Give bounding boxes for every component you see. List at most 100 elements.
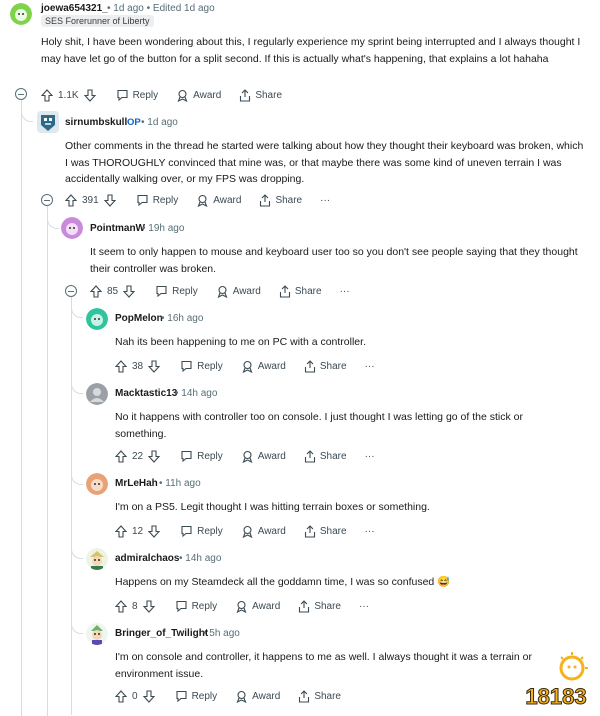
upvote-icon[interactable] (115, 524, 127, 538)
reply-icon (181, 450, 192, 462)
upvote-icon[interactable] (115, 689, 127, 703)
award-button[interactable]: Award (216, 285, 261, 298)
award-button[interactable]: Award (176, 89, 221, 102)
avatar[interactable] (86, 473, 108, 495)
reply-button[interactable]: Reply (175, 690, 217, 702)
thread-curve (71, 616, 83, 634)
reply-button[interactable]: Reply (175, 600, 218, 612)
comment-meta: • 19h ago (142, 223, 185, 234)
share-button[interactable]: Share (298, 599, 341, 613)
reply-label: Reply (191, 600, 218, 612)
avatar[interactable] (86, 623, 108, 645)
reply-button[interactable]: Reply (180, 360, 223, 372)
reply-button[interactable]: Reply (155, 285, 198, 297)
reply-button[interactable]: Reply (136, 194, 178, 206)
vote-count: 1.1K (58, 89, 79, 101)
share-label: Share (294, 285, 322, 297)
award-button[interactable]: Award (241, 525, 286, 538)
downvote-icon[interactable] (148, 524, 161, 538)
reply-icon (156, 285, 167, 297)
share-button[interactable]: Share (279, 284, 322, 298)
comment-actions: 22 Reply Award Share ··· (115, 448, 393, 464)
more-options-icon: ··· (339, 285, 350, 297)
award-label: Award (252, 690, 281, 702)
comment-username[interactable]: PointmanW (90, 223, 145, 234)
reply-label: Reply (197, 450, 223, 462)
upvote-icon[interactable] (41, 88, 53, 102)
upvote-icon[interactable] (115, 599, 127, 613)
avatar[interactable] (86, 308, 108, 330)
upvote-icon[interactable] (65, 193, 77, 207)
comment-username[interactable]: sirnumbskull (65, 117, 127, 128)
thread-line-level2 (47, 204, 48, 716)
more-options-icon: ··· (364, 450, 375, 462)
avatar[interactable] (61, 217, 83, 239)
reply-icon (176, 600, 187, 612)
comment-body: I'm on console and controller, it happen… (115, 651, 532, 680)
reply-button[interactable]: Reply (180, 525, 223, 537)
award-label: Award (257, 450, 286, 462)
award-icon (197, 194, 208, 207)
share-button[interactable]: Share (304, 524, 347, 538)
award-button[interactable]: Award (235, 600, 280, 613)
award-button[interactable]: Award (241, 360, 286, 373)
more-options-button[interactable]: ··· (340, 286, 350, 297)
award-button[interactable]: Award (235, 690, 280, 703)
upvote-icon[interactable] (115, 359, 127, 373)
share-button[interactable]: Share (259, 193, 302, 207)
reply-button[interactable]: Reply (180, 450, 223, 462)
collapse-thread-button[interactable] (41, 194, 53, 206)
downvote-icon[interactable] (83, 88, 96, 102)
comment-username[interactable]: Macktastic13 (115, 388, 177, 399)
more-options-button[interactable]: ··· (359, 601, 369, 612)
avatar[interactable] (86, 548, 108, 570)
thread-curve (47, 210, 59, 229)
more-options-button[interactable]: ··· (365, 361, 375, 372)
more-options-button[interactable]: ··· (320, 195, 330, 206)
more-options-icon: ··· (364, 360, 375, 372)
share-button[interactable]: Share (304, 359, 347, 373)
user-flair: SES Forerunner of Liberty (41, 15, 154, 27)
more-options-button[interactable]: ··· (365, 526, 375, 537)
collapse-thread-button[interactable] (15, 88, 27, 100)
share-label: Share (319, 525, 347, 537)
vote-group: 0 (115, 689, 155, 703)
reply-label: Reply (197, 360, 223, 372)
comment-username[interactable]: PopMelon (115, 313, 163, 324)
award-icon (242, 450, 253, 463)
share-label: Share (319, 450, 347, 462)
collapse-thread-button[interactable] (65, 285, 77, 297)
upvote-icon[interactable] (115, 449, 127, 463)
downvote-icon[interactable] (148, 359, 161, 373)
share-button[interactable]: Share (298, 689, 341, 703)
comment-username[interactable]: admiralchaos (115, 553, 179, 564)
share-label: Share (314, 690, 341, 702)
award-button[interactable]: Award (196, 194, 241, 207)
avatar[interactable] (86, 383, 108, 405)
avatar[interactable] (37, 111, 59, 133)
award-button[interactable]: Award (241, 450, 286, 463)
more-options-icon: ··· (364, 525, 375, 537)
comment-body: Happens on my Steamdeck all the goddamn … (115, 576, 451, 588)
upvote-icon[interactable] (90, 284, 102, 298)
avatar[interactable] (10, 3, 32, 25)
downvote-icon[interactable] (123, 284, 136, 298)
share-button[interactable]: Share (304, 449, 347, 463)
downvote-icon[interactable] (103, 193, 116, 207)
downvote-icon[interactable] (142, 599, 155, 613)
comment-meta: • 11h ago (159, 478, 201, 489)
comment-username[interactable]: joewa654321_ (41, 3, 108, 14)
comment-username[interactable]: MrLeHah (115, 478, 158, 489)
vote-count: 391 (82, 194, 99, 206)
downvote-icon[interactable] (148, 449, 161, 463)
more-options-button[interactable]: ··· (365, 451, 375, 462)
share-icon (299, 599, 310, 613)
comment-actions: 12 Reply Award Share ··· (115, 523, 393, 539)
comment-username[interactable]: Bringer_of_Twilight (115, 628, 208, 639)
thread-line-root (21, 98, 22, 716)
share-button[interactable]: Share (239, 88, 282, 102)
reply-button[interactable]: Reply (116, 89, 158, 101)
comment-meta: • 16h ago (161, 313, 204, 324)
downvote-icon[interactable] (142, 689, 155, 703)
thread-curve (71, 302, 83, 318)
